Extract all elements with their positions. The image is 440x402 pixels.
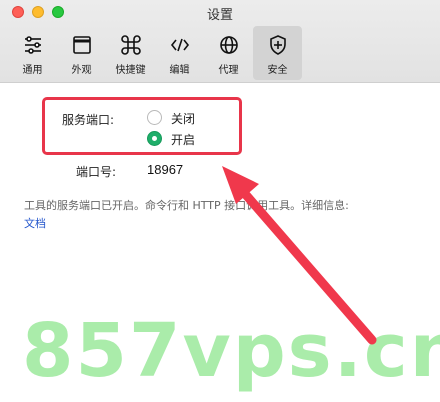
annotation-arrow: [222, 166, 377, 345]
settings-window: 设置 通用 外观 快捷键 编辑 代理 安全 服务端口: 关闭 开启 端口号: 1…: [0, 0, 440, 402]
